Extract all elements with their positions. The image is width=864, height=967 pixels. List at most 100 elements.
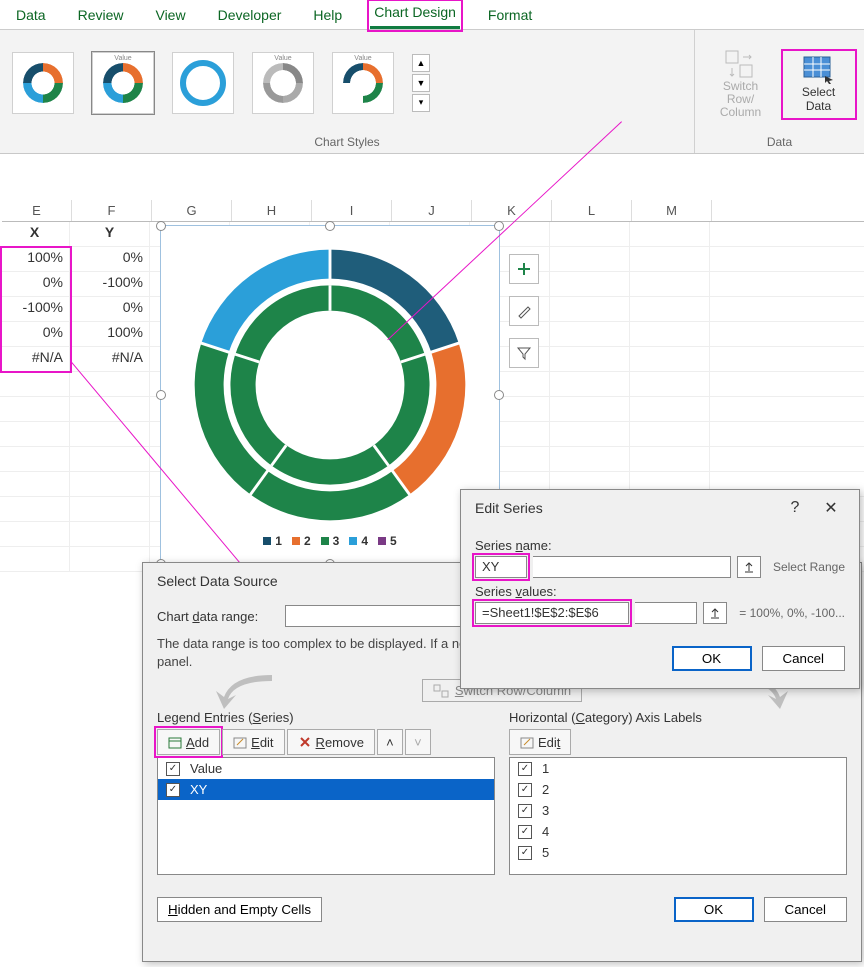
col-header-G[interactable]: G — [152, 200, 232, 221]
cell[interactable]: 0% — [0, 272, 70, 296]
help-button[interactable]: ? — [777, 499, 813, 517]
resize-handle[interactable] — [494, 221, 504, 231]
col-header-L[interactable]: L — [552, 200, 632, 221]
checkbox[interactable]: ✓ — [518, 825, 532, 839]
chart-data-range-label: Chart data range: — [157, 609, 277, 624]
series-name-input[interactable]: XY — [475, 556, 527, 578]
col-header-H[interactable]: H — [232, 200, 312, 221]
doughnut-chart[interactable] — [180, 240, 480, 530]
cell[interactable]: 0% — [70, 247, 150, 271]
series-values-range-button[interactable] — [703, 602, 727, 624]
edit-axis-labels-button[interactable]: Edit — [509, 729, 571, 755]
checkbox[interactable]: ✓ — [518, 783, 532, 797]
list-item[interactable]: ✓3 — [510, 800, 846, 821]
tab-help[interactable]: Help — [309, 5, 346, 29]
collapse-icon — [709, 607, 721, 619]
col-header-F[interactable]: F — [72, 200, 152, 221]
cell[interactable]: #N/A — [0, 347, 70, 371]
switch-icon — [433, 684, 449, 698]
styles-scroll-more[interactable]: ▾ — [412, 94, 430, 112]
tab-view[interactable]: View — [151, 5, 189, 29]
chart-filters-button[interactable] — [509, 338, 539, 368]
tab-chart-design[interactable]: Chart Design — [370, 2, 460, 29]
series-values-input[interactable]: =Sheet1!$E$2:$E$6 — [475, 602, 629, 624]
checkbox[interactable]: ✓ — [518, 804, 532, 818]
remove-series-button[interactable]: Remove — [287, 729, 375, 755]
ribbon-body: Value Value Value ▲ ▼ ▾ Chart Styles Swi… — [0, 30, 864, 154]
edit-series-ok-button[interactable]: OK — [672, 646, 752, 671]
tab-review[interactable]: Review — [74, 5, 128, 29]
cell[interactable]: #N/A — [70, 347, 150, 371]
funnel-icon — [516, 345, 532, 361]
categories-listbox[interactable]: ✓1 ✓2 ✓3 ✓4 ✓5 — [509, 757, 847, 875]
cell-E-header[interactable]: X — [0, 222, 70, 246]
move-up-button[interactable]: ˄ — [377, 729, 403, 755]
list-item[interactable]: ✓2 — [510, 779, 846, 800]
col-header-I[interactable]: I — [312, 200, 392, 221]
col-header-J[interactable]: J — [392, 200, 472, 221]
resize-handle[interactable] — [494, 390, 504, 400]
brush-icon — [516, 303, 532, 319]
series-listbox[interactable]: ✓Value ✓XY — [157, 757, 495, 875]
cell[interactable]: 0% — [70, 297, 150, 321]
list-item[interactable]: ✓1 — [510, 758, 846, 779]
resize-handle[interactable] — [156, 221, 166, 231]
collapse-icon — [743, 561, 755, 573]
select-data-button[interactable]: Select Data — [784, 52, 854, 116]
list-item[interactable]: ✓5 — [510, 842, 846, 863]
list-item[interactable]: ✓XY — [158, 779, 494, 800]
data-group: Switch Row/ Column Select Data Data — [694, 30, 864, 153]
edit-series-title: Edit Series — [475, 500, 777, 516]
series-name-range-button[interactable] — [737, 556, 761, 578]
checkbox[interactable]: ✓ — [166, 783, 180, 797]
chart-style-3[interactable] — [172, 52, 234, 114]
hidden-empty-cells-button[interactable]: Hidden and Empty Cells — [157, 897, 322, 922]
edit-series-cancel-button[interactable]: Cancel — [762, 646, 846, 671]
cell[interactable]: -100% — [0, 297, 70, 321]
chart-styles-group: Value Value Value ▲ ▼ ▾ Chart Styles — [0, 30, 694, 153]
switch-row-column-button: Switch Row/ Column — [706, 46, 776, 124]
chart-styles-button[interactable] — [509, 296, 539, 326]
chart-elements-button[interactable] — [509, 254, 539, 284]
close-button[interactable]: ✕ — [813, 498, 849, 518]
data-group-label: Data — [695, 135, 864, 153]
add-series-button[interactable]: Add — [157, 729, 220, 755]
add-icon — [168, 735, 182, 749]
cell-F-header[interactable]: Y — [70, 222, 150, 246]
col-header-M[interactable]: M — [632, 200, 712, 221]
series-values-hint: = 100%, 0%, -100... — [739, 606, 845, 620]
cell[interactable]: 0% — [0, 322, 70, 346]
sds-cancel-button[interactable]: Cancel — [764, 897, 848, 922]
checkbox[interactable]: ✓ — [518, 846, 532, 860]
list-item[interactable]: ✓4 — [510, 821, 846, 842]
tab-developer[interactable]: Developer — [214, 5, 286, 29]
resize-handle[interactable] — [156, 390, 166, 400]
chart-style-4[interactable]: Value — [252, 52, 314, 114]
chevron-down-icon: ˅ — [414, 735, 422, 750]
styles-scroll-up[interactable]: ▲ — [412, 54, 430, 72]
chart-side-buttons — [509, 254, 539, 368]
cell[interactable]: -100% — [70, 272, 150, 296]
list-item[interactable]: ✓Value — [158, 758, 494, 779]
series-name-label: Series name: — [475, 538, 845, 553]
tab-data[interactable]: Data — [12, 5, 50, 29]
styles-scroll-down[interactable]: ▼ — [412, 74, 430, 92]
checkbox[interactable]: ✓ — [518, 762, 532, 776]
col-header-K[interactable]: K — [472, 200, 552, 221]
edit-series-button[interactable]: Edit — [222, 729, 284, 755]
chart-style-2[interactable]: Value — [92, 52, 154, 114]
move-down-button: ˅ — [405, 729, 431, 755]
cell[interactable]: 100% — [0, 247, 70, 271]
select-data-icon — [803, 56, 835, 84]
tab-format[interactable]: Format — [484, 5, 536, 29]
chart-object[interactable]: 1 2 3 4 5 — [160, 225, 500, 565]
checkbox[interactable]: ✓ — [166, 762, 180, 776]
chart-style-5[interactable]: Value — [332, 52, 394, 114]
chart-styles-label: Chart Styles — [0, 135, 694, 153]
resize-handle[interactable] — [325, 221, 335, 231]
arrow-left-icon — [212, 673, 282, 711]
col-header-E[interactable]: E — [2, 200, 72, 221]
sds-ok-button[interactable]: OK — [674, 897, 754, 922]
cell[interactable]: 100% — [70, 322, 150, 346]
chart-style-1[interactable] — [12, 52, 74, 114]
